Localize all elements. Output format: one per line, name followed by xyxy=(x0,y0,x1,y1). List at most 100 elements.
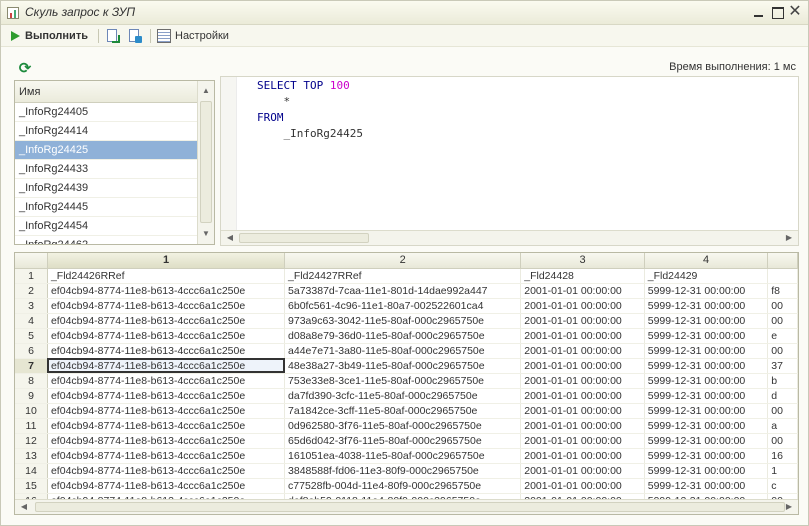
minimize-button[interactable] xyxy=(750,4,766,20)
grid-cell[interactable]: 973a9c63-3042-11e5-80af-000c2965750e xyxy=(284,313,522,329)
grid-cell[interactable]: _Fld24428 xyxy=(520,268,645,284)
grid-cell[interactable]: 6b0fc561-4c96-11e1-80a7-002522601ca4 xyxy=(284,298,522,314)
grid-cell[interactable]: ef04cb94-8774-11e8-b613-4ccc6a1c250e xyxy=(47,328,286,344)
grid-cell[interactable]: ef04cb94-8774-11e8-b613-4ccc6a1c250e xyxy=(47,388,286,404)
tables-list-item[interactable]: _InfoRg24462 xyxy=(15,236,198,244)
grid-cell[interactable]: ef04cb94-8774-11e8-b613-4ccc6a1c250e xyxy=(47,448,286,464)
grid-cell[interactable]: da7fd390-3cfc-11e5-80af-000c2965750e xyxy=(284,388,522,404)
grid-cell[interactable]: 2001-01-01 00:00:00 xyxy=(520,298,645,314)
grid-cell[interactable]: 5999-12-31 00:00:00 xyxy=(644,328,769,344)
grid-column-header[interactable] xyxy=(767,253,798,269)
run-button[interactable]: Выполнить xyxy=(11,28,88,44)
grid-cell[interactable]: 2001-01-01 00:00:00 xyxy=(520,328,645,344)
grid-cell[interactable]: ef04cb94-8774-11e8-b613-4ccc6a1c250e xyxy=(47,403,286,419)
tables-list-item[interactable]: _InfoRg24414 xyxy=(15,122,198,141)
grid-cell[interactable]: 00 xyxy=(767,343,798,359)
grid-cell[interactable]: ef04cb94-8774-11e8-b613-4ccc6a1c250e xyxy=(47,373,286,389)
row-number[interactable]: 5 xyxy=(15,328,48,344)
table-row[interactable]: 4 ef04cb94-8774-11e8-b613-4ccc6a1c250e 973… xyxy=(15,313,798,329)
grid-cell[interactable]: 00 xyxy=(767,403,798,419)
grid-cell[interactable]: 00 xyxy=(767,313,798,329)
grid-cell[interactable]: b xyxy=(767,373,798,389)
grid-cell[interactable]: e xyxy=(767,328,798,344)
row-number[interactable]: 2 xyxy=(15,283,48,299)
grid-cell[interactable]: 2001-01-01 00:00:00 xyxy=(520,403,645,419)
table-row[interactable]: 10 ef04cb94-8774-11e8-b613-4ccc6a1c250e 7a… xyxy=(15,403,798,419)
grid-cell[interactable]: 00 xyxy=(767,298,798,314)
scroll-thumb[interactable] xyxy=(200,101,212,223)
scroll-right-icon[interactable]: ▶ xyxy=(782,231,796,245)
grid-cell[interactable]: ef04cb94-8774-11e8-b613-4ccc6a1c250e xyxy=(47,358,286,374)
grid-cell[interactable]: 1 xyxy=(767,463,798,479)
grid-cell[interactable]: 5999-12-31 00:00:00 xyxy=(644,463,769,479)
grid-cell[interactable] xyxy=(767,268,798,284)
table-row[interactable]: 1 _Fld24426RRef _Fld24427RRef _Fld24428 _Fld… xyxy=(15,268,798,284)
row-number[interactable]: 11 xyxy=(15,418,48,434)
grid-cell[interactable]: 5999-12-31 00:00:00 xyxy=(644,298,769,314)
grid-cell[interactable]: ef04cb94-8774-11e8-b613-4ccc6a1c250e xyxy=(47,298,286,314)
grid-column-header[interactable]: 2 xyxy=(284,253,522,269)
grid-cell[interactable]: 2001-01-01 00:00:00 xyxy=(520,433,645,449)
refresh-icon[interactable]: ⟳ xyxy=(17,61,33,77)
tables-list-item[interactable]: _InfoRg24405 xyxy=(15,103,198,122)
grid-cell[interactable]: 5999-12-31 00:00:00 xyxy=(644,433,769,449)
grid-cell[interactable]: ef04cb94-8774-11e8-b613-4ccc6a1c250e xyxy=(47,463,286,479)
grid-column-header[interactable]: 1 xyxy=(47,253,286,269)
grid-cell[interactable]: 00 xyxy=(767,433,798,449)
table-row[interactable]: 8 ef04cb94-8774-11e8-b613-4ccc6a1c250e 753… xyxy=(15,373,798,389)
scroll-down-icon[interactable]: ▼ xyxy=(198,226,214,242)
grid-cell[interactable]: 2001-01-01 00:00:00 xyxy=(520,313,645,329)
scroll-up-icon[interactable]: ▲ xyxy=(198,83,214,99)
grid-cell[interactable]: 5999-12-31 00:00:00 xyxy=(644,313,769,329)
close-button[interactable]: ✕ xyxy=(787,4,803,20)
grid-cell[interactable]: 5999-12-31 00:00:00 xyxy=(644,373,769,389)
row-number[interactable]: 7 xyxy=(15,358,48,374)
grid-cell[interactable]: c77528fb-004d-11e4-80f9-000c2965750e xyxy=(284,478,522,494)
tables-list-header[interactable]: Имя xyxy=(15,81,198,103)
row-number[interactable]: 13 xyxy=(15,448,48,464)
grid-cell[interactable]: _Fld24426RRef xyxy=(47,268,286,284)
tables-list-item[interactable]: _InfoRg24425 xyxy=(15,141,198,160)
scroll-right-icon[interactable]: ▶ xyxy=(782,500,796,514)
table-row[interactable]: 2 ef04cb94-8774-11e8-b613-4ccc6a1c250e 5a7… xyxy=(15,283,798,299)
grid-cell[interactable]: 3848588f-fd06-11e3-80f9-000c2965750e xyxy=(284,463,522,479)
maximize-button[interactable] xyxy=(769,4,785,20)
grid-cell[interactable]: 5999-12-31 00:00:00 xyxy=(644,343,769,359)
grid-cell[interactable]: 5999-12-31 00:00:00 xyxy=(644,358,769,374)
grid-cell[interactable]: f8 xyxy=(767,283,798,299)
grid-cell[interactable]: ef04cb94-8774-11e8-b613-4ccc6a1c250e xyxy=(47,478,286,494)
grid-cell[interactable]: 37 xyxy=(767,358,798,374)
grid-cell[interactable]: 48e38a27-3b49-11e5-80af-000c2965750e xyxy=(284,358,522,374)
grid-cell[interactable]: c xyxy=(767,478,798,494)
grid-cell[interactable]: 753e33e8-3ce1-11e5-80af-000c2965750e xyxy=(284,373,522,389)
grid-cell[interactable]: 2001-01-01 00:00:00 xyxy=(520,418,645,434)
row-number[interactable]: 4 xyxy=(15,313,48,329)
grid-cell[interactable]: d08a8e79-36d0-11e5-80af-000c2965750e xyxy=(284,328,522,344)
grid-cell[interactable]: 5a73387d-7caa-11e1-801d-14dae992a447 xyxy=(284,283,522,299)
scroll-thumb[interactable] xyxy=(239,233,369,243)
document-copy-icon[interactable] xyxy=(127,28,143,44)
row-number[interactable]: 15 xyxy=(15,478,48,494)
grid-hscrollbar[interactable]: ◀ ▶ xyxy=(15,499,798,514)
tables-list-item[interactable]: _InfoRg24445 xyxy=(15,198,198,217)
table-row[interactable]: 7 ef04cb94-8774-11e8-b613-4ccc6a1c250e 48e… xyxy=(15,358,798,374)
tables-list-scrollbar[interactable]: ▲ ▼ xyxy=(197,81,214,244)
document-export-icon[interactable] xyxy=(105,28,121,44)
row-number[interactable]: 12 xyxy=(15,433,48,449)
row-number[interactable]: 9 xyxy=(15,388,48,404)
grid-cell[interactable]: 5999-12-31 00:00:00 xyxy=(644,418,769,434)
grid-cell[interactable]: 5999-12-31 00:00:00 xyxy=(644,448,769,464)
grid-cell[interactable]: 7a1842ce-3cff-11e5-80af-000c2965750e xyxy=(284,403,522,419)
sql-code[interactable]: SELECT TOP 100 * FROM _InfoRg24425 xyxy=(257,78,363,142)
settings-button[interactable]: Настройки xyxy=(157,28,229,44)
grid-cell[interactable]: 5999-12-31 00:00:00 xyxy=(644,388,769,404)
scroll-thumb[interactable] xyxy=(35,502,785,512)
table-row[interactable]: 13 ef04cb94-8774-11e8-b613-4ccc6a1c250e 16… xyxy=(15,448,798,464)
grid-cell[interactable]: 5999-12-31 00:00:00 xyxy=(644,283,769,299)
grid-cell[interactable]: 2001-01-01 00:00:00 xyxy=(520,478,645,494)
grid-cell[interactable]: 2001-01-01 00:00:00 xyxy=(520,388,645,404)
row-number[interactable]: 10 xyxy=(15,403,48,419)
grid-column-header[interactable]: 4 xyxy=(644,253,769,269)
tables-list-item[interactable]: _InfoRg24439 xyxy=(15,179,198,198)
grid-cell[interactable]: 0d962580-3f76-11e5-80af-000c2965750e xyxy=(284,418,522,434)
